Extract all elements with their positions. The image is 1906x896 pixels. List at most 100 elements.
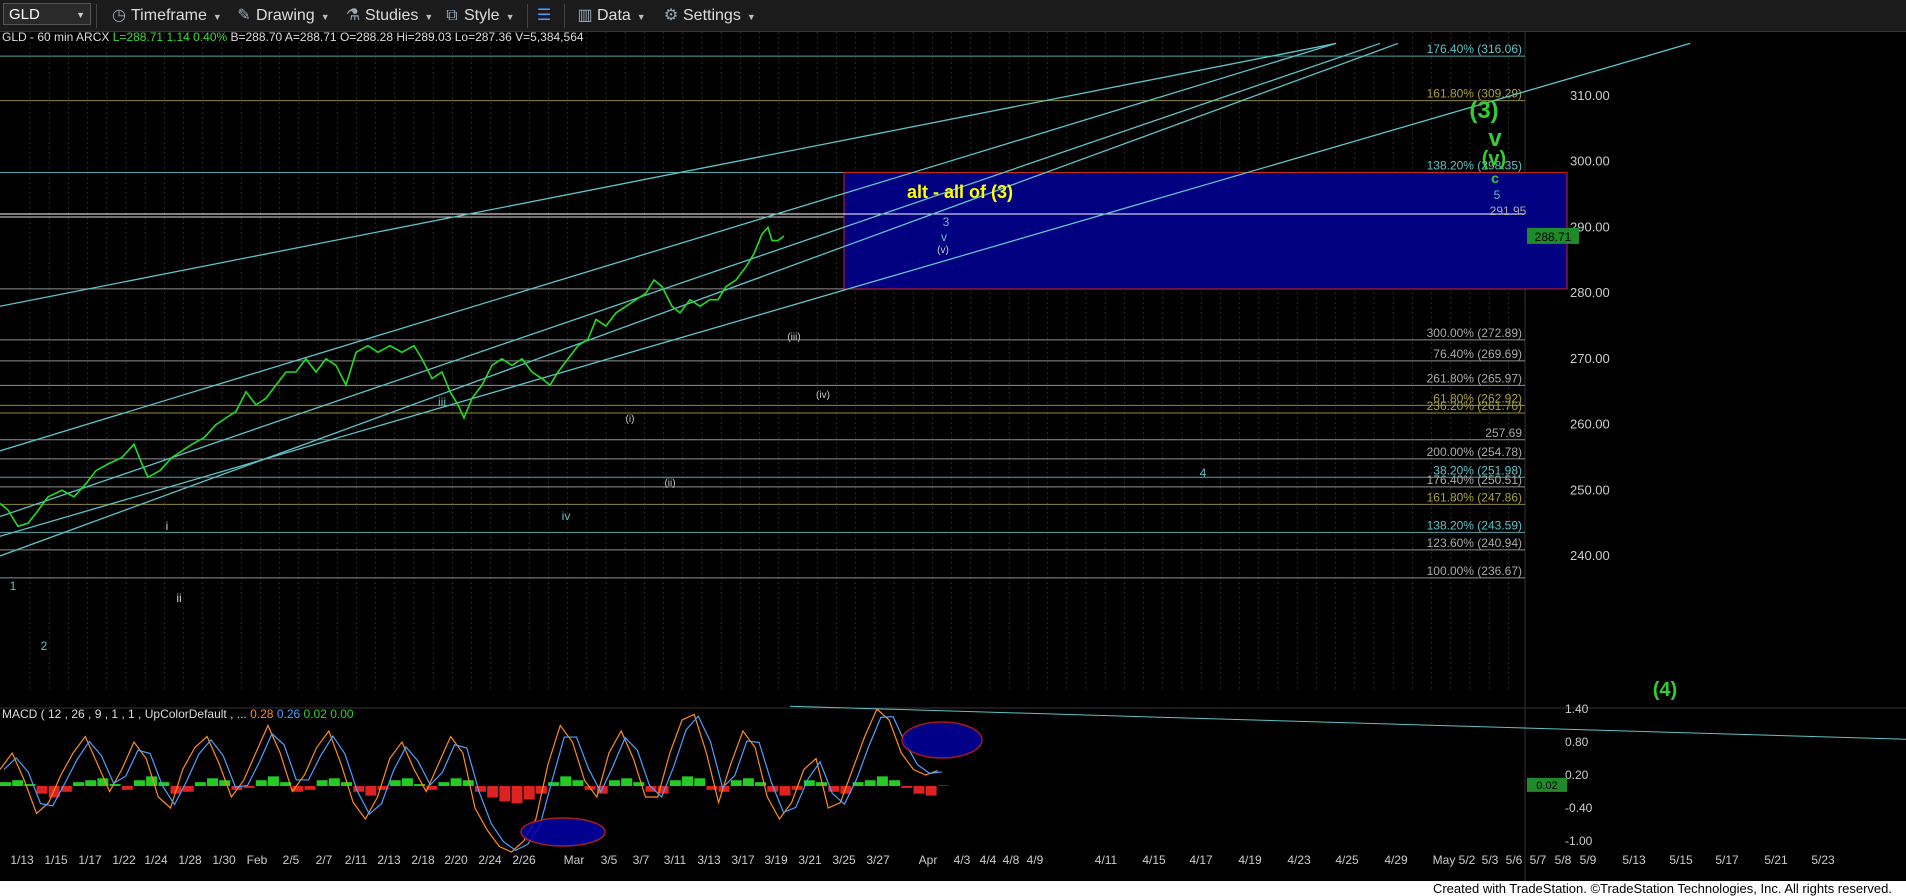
studies-label: Studies [365, 7, 419, 24]
wave-label: ii [176, 591, 181, 605]
date-tick-label: 5/3 [1482, 853, 1499, 867]
date-tick-label: 2/20 [444, 853, 468, 867]
macd-histogram-bar [304, 786, 316, 790]
date-tick-label: 5/15 [1669, 853, 1693, 867]
timeframe-menu[interactable]: ◷ Timeframe ▼ [110, 5, 222, 27]
macd-histogram-bar [158, 782, 170, 786]
timeframe-label: Timeframe [131, 7, 207, 24]
date-tick-label: May 5/2 [1433, 853, 1476, 867]
quote-field: L=288.71 [113, 32, 167, 44]
toolbar-divider [564, 4, 565, 28]
wave-label: (ii) [664, 478, 675, 489]
macd-histogram-bar [365, 786, 377, 796]
quote-field: A=288.71 [285, 32, 340, 44]
macd-histogram-bar [133, 780, 145, 786]
wave-label: (iv) [816, 390, 830, 401]
macd-histogram-bar [487, 786, 499, 798]
price-tick-label: 250.00 [1570, 482, 1610, 497]
macd-tick-label: -0.40 [1565, 801, 1593, 815]
date-tick-label: 3/27 [866, 853, 890, 867]
fib-level-label: 76.40% (269.69) [1433, 347, 1522, 361]
macd-tick-label: 0.20 [1565, 768, 1589, 782]
quote-field: B=288.70 [231, 32, 285, 44]
quote-field: O=288.28 [340, 32, 396, 44]
toolbar-divider [96, 4, 97, 28]
wave-label: (3) [1469, 97, 1498, 124]
chevron-down-icon: ▼ [320, 12, 330, 22]
fib-level-label: 176.40% (250.51) [1427, 473, 1522, 487]
macd-histogram-bar [779, 786, 791, 796]
macd-histogram-bar [389, 780, 401, 786]
date-tick-label: 4/25 [1335, 853, 1359, 867]
layout-button[interactable]: ☰ [535, 5, 556, 27]
date-tick-label: 4/8 [1003, 853, 1020, 867]
last-price-text: 288.71 [1535, 230, 1572, 244]
symbol-text: GLD [9, 6, 40, 23]
drawing-menu[interactable]: ✎ Drawing ▼ [235, 5, 330, 27]
date-tick-label: 5/6 [1506, 853, 1523, 867]
toolbar-divider [527, 4, 528, 28]
macd-histogram-bar [730, 780, 742, 786]
fib-level-label: 161.80% (247.86) [1427, 490, 1522, 504]
fib-level-label: 138.20% (243.59) [1427, 518, 1522, 532]
macd-histogram-bar [267, 776, 279, 786]
macd-histogram-bar [316, 780, 328, 786]
wave-label: alt - all of (3) [907, 182, 1013, 202]
macd-histogram-bar [511, 786, 523, 804]
macd-histogram-bar [548, 782, 560, 786]
date-tick-label: 1/30 [212, 853, 236, 867]
price-tick-label: 300.00 [1570, 154, 1610, 169]
date-tick-label: 2/13 [377, 853, 401, 867]
footer: Created with TradeStation. ©TradeStation… [0, 881, 1906, 896]
macd-histogram-bar [475, 786, 486, 792]
fib-level-label: 123.60% (240.94) [1427, 536, 1522, 550]
copyright-text: Created with TradeStation. ©TradeStation… [1432, 881, 1892, 896]
macd-value: 0.26 [277, 707, 304, 721]
date-tick-label: 4/15 [1142, 853, 1166, 867]
date-tick-label: Mar [564, 853, 585, 867]
symbol-selector[interactable]: GLD ▼ [3, 3, 91, 25]
macd-histogram-bar [621, 778, 633, 786]
style-menu[interactable]: ⧉ Style ▼ [443, 5, 514, 27]
date-tick-label: 2/7 [316, 853, 333, 867]
macd-histogram-bar [864, 780, 876, 786]
studies-menu[interactable]: ⚗ Studies ▼ [344, 5, 433, 27]
date-tick-label: 2/24 [478, 853, 502, 867]
macd-histogram-bar [572, 780, 584, 786]
date-tick-label: 3/5 [601, 853, 618, 867]
macd-histogram-bar [255, 780, 267, 786]
macd-histogram-bar [219, 780, 231, 786]
data-menu[interactable]: ▥ Data ▼ [576, 5, 645, 27]
wave-label: iii [438, 395, 446, 409]
gear-icon: ⚙ [663, 7, 679, 24]
macd-histogram-bar [901, 786, 913, 788]
macd-last-text: 0.02 [1536, 780, 1557, 792]
macd-params: MACD ( 12 , 26 , 9 , 1 , 1 , UpColorDefa… [2, 707, 250, 721]
macd-histogram-bar [73, 782, 85, 786]
macd-histogram-bar [353, 786, 365, 792]
macd-histogram-bar [12, 780, 24, 786]
divergence-ellipse [901, 721, 983, 759]
price-chart[interactable]: 176.40% (316.06)161.80% (309.29)138.20% … [0, 32, 1906, 881]
macd-histogram-bar [438, 782, 450, 786]
macd-histogram-bar [742, 778, 754, 786]
settings-menu[interactable]: ⚙ Settings ▼ [662, 5, 756, 27]
date-tick-label: 2/5 [283, 853, 300, 867]
quote-field: Hi=289.03 [396, 32, 454, 44]
macd-histogram-bar [0, 782, 11, 786]
quote-field: V=5,384,564 [515, 32, 584, 44]
macd-histogram-bar [450, 778, 462, 786]
date-tick-label: 5/7 [1530, 853, 1547, 867]
style-label: Style [464, 7, 500, 24]
macd-histogram-bar [85, 780, 97, 786]
price-tick-label: 240.00 [1570, 548, 1610, 563]
date-tick-label: 5/9 [1580, 853, 1597, 867]
date-tick-label: 3/21 [798, 853, 822, 867]
macd-histogram-bar [523, 786, 535, 800]
date-tick-label: 3/13 [697, 853, 721, 867]
date-tick-label: 3/7 [633, 853, 650, 867]
fib-level-label: 257.69 [1485, 426, 1522, 440]
wave-label: 4 [1200, 466, 1207, 480]
macd-histogram-bar [682, 776, 694, 786]
macd-histogram-bar [925, 786, 937, 796]
